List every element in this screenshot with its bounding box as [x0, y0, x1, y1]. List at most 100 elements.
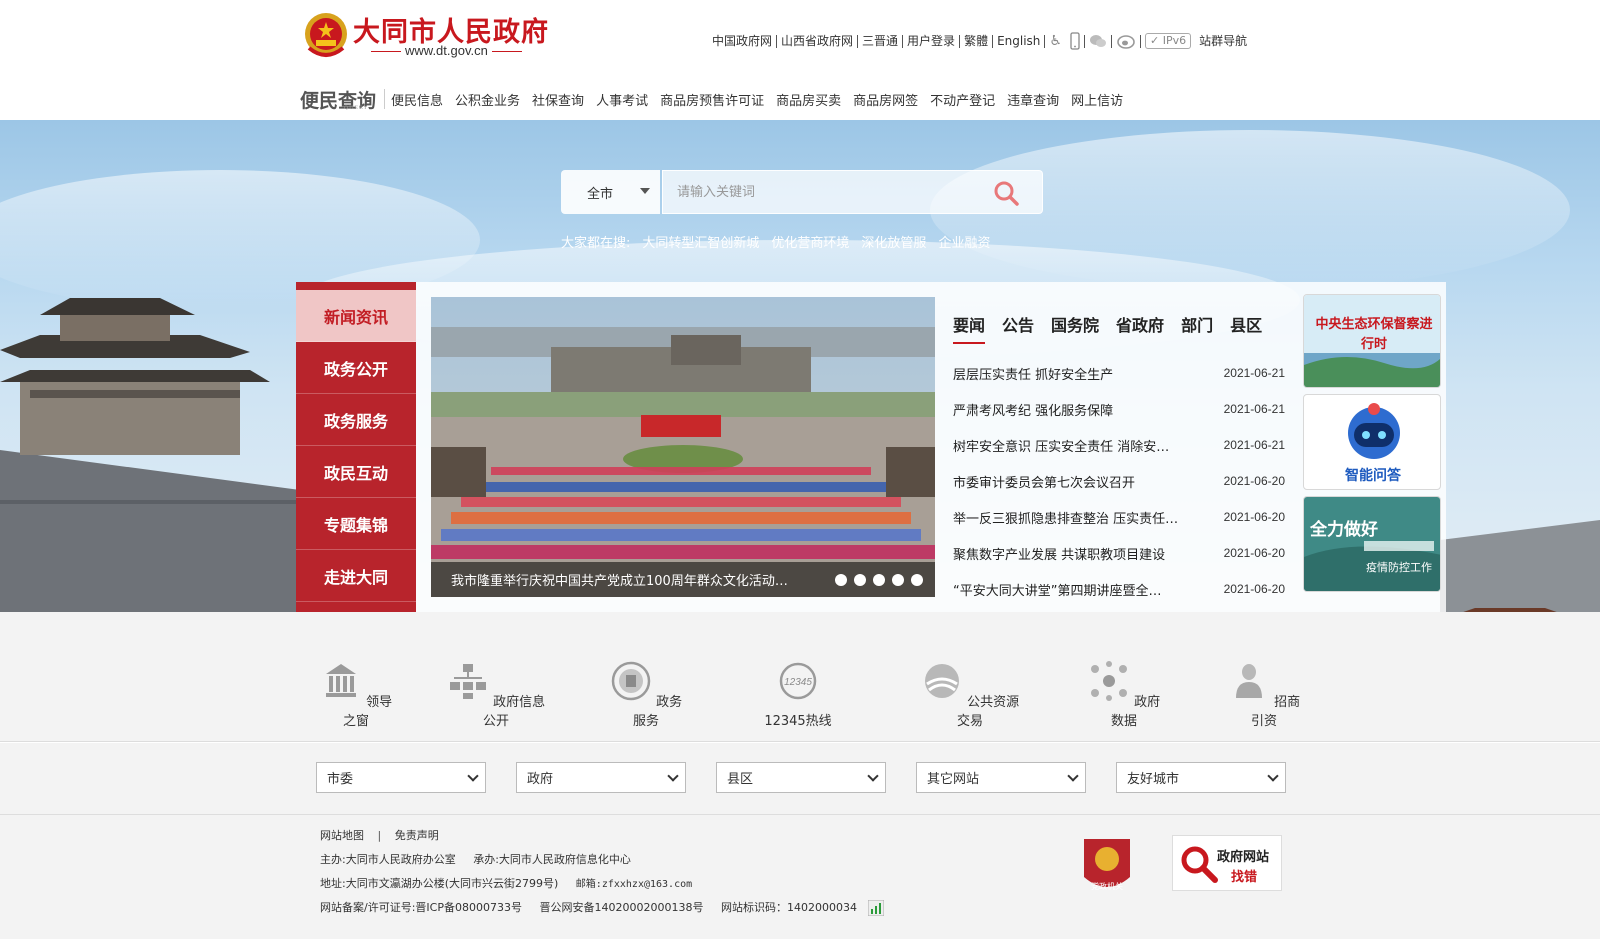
- link-user-login[interactable]: 用户登录: [903, 33, 959, 49]
- icon-link-gov-service[interactable]: 政务服务: [606, 660, 686, 729]
- news-carousel[interactable]: 我市隆重举行庆祝中国共产党成立100周年群众文化活动…: [431, 297, 935, 597]
- icon-link-gov-data[interactable]: 政府数据: [1084, 660, 1164, 729]
- news-item[interactable]: 严肃考风考纪 强化服务保障 2021-06-21: [953, 391, 1285, 427]
- national-emblem-icon[interactable]: [303, 10, 349, 62]
- news-title[interactable]: 市委审计委员会第七次会议召开: [953, 472, 1193, 491]
- icon-link-public-resources[interactable]: 公共资源交易: [918, 660, 1022, 729]
- smart-qa-card[interactable]: 智能问答: [1303, 394, 1441, 490]
- link-traditional-chinese[interactable]: 繁體: [960, 33, 992, 49]
- quick-item-online-sign[interactable]: 商品房网签: [853, 90, 918, 109]
- footer-email: 邮箱:zfxxhzx@163.com: [575, 879, 693, 890]
- site-select-row: 市委 政府 县区 其它网站 友好城市: [0, 743, 1600, 815]
- quick-item-convenience-info[interactable]: 便民信息: [391, 90, 443, 109]
- carousel-dot[interactable]: [892, 574, 904, 586]
- news-item[interactable]: 举一反三狠抓隐患排查整治 压实责任… 2021-06-20: [953, 499, 1285, 535]
- news-title[interactable]: “平安大同大讲堂”第四期讲座暨全…: [953, 580, 1193, 599]
- hot-search-item[interactable]: 企业融资: [938, 232, 990, 251]
- select-municipal-committee[interactable]: 市委: [316, 762, 486, 793]
- top-links-bar: 中国政府网 山西省政府网 三晋通 用户登录 繁體 English ♿ ✓ IPv…: [708, 32, 1251, 50]
- news-item[interactable]: 树牢安全意识 压实安全责任 消除安… 2021-06-21: [953, 427, 1285, 463]
- quick-item-real-estate-reg[interactable]: 不动产登记: [930, 90, 995, 109]
- site-header: 大同市人民政府 www.dt.gov.cn 中国政府网 山西省政府网 三晋通 用…: [0, 0, 1600, 120]
- icon-link-info-disclosure[interactable]: 政府信息公开: [444, 660, 548, 729]
- footer-sitemap-link[interactable]: 网站地图: [320, 829, 364, 842]
- search-icon[interactable]: [993, 180, 1019, 206]
- link-site-nav[interactable]: 站群导航: [1195, 33, 1251, 49]
- news-date: 2021-06-20: [1223, 546, 1285, 560]
- news-title[interactable]: 层层压实责任 抓好安全生产: [953, 364, 1193, 383]
- link-shanxi-gov[interactable]: 山西省政府网: [777, 33, 857, 49]
- mobile-icon[interactable]: [1070, 32, 1080, 50]
- ipv6-badge: ✓ IPv6: [1144, 33, 1192, 49]
- accessibility-icon[interactable]: ♿: [1049, 33, 1062, 49]
- quick-item-house-trade[interactable]: 商品房买卖: [776, 90, 841, 109]
- news-title[interactable]: 聚焦数字产业发展 共谋职教项目建设: [953, 544, 1193, 563]
- select-other-sites[interactable]: 其它网站: [916, 762, 1086, 793]
- news-item[interactable]: 市委审计委员会第七次会议召开 2021-06-20: [953, 463, 1285, 499]
- weibo-icon[interactable]: [1116, 33, 1136, 49]
- chevron-down-icon: [867, 770, 879, 782]
- tab-counties[interactable]: 县区: [1230, 312, 1262, 344]
- nav-topics[interactable]: 专题集锦: [296, 498, 416, 550]
- news-title[interactable]: 严肃考风考纪 强化服务保障: [953, 400, 1193, 419]
- hot-search-item[interactable]: 深化放管服: [861, 232, 926, 251]
- nav-gov-service[interactable]: 政务服务: [296, 394, 416, 446]
- search-input[interactable]: [662, 170, 1043, 214]
- epidemic-card[interactable]: 全力做好 疫情防控工作: [1303, 496, 1441, 592]
- nav-news[interactable]: 新闻资讯: [296, 290, 416, 342]
- divider: [1139, 34, 1141, 48]
- footer-address: 地址:大同市文瀛湖办公楼(大同市兴云街2799号): [320, 877, 559, 890]
- search-box: 全市: [561, 170, 1043, 214]
- icon-link-investment[interactable]: 招商引资: [1224, 660, 1304, 729]
- carousel-dot[interactable]: [835, 574, 847, 586]
- party-org-badge[interactable]: 党政机关: [1080, 835, 1134, 897]
- select-friendly-cities[interactable]: 友好城市: [1116, 762, 1286, 793]
- nav-interaction[interactable]: 政民互动: [296, 446, 416, 498]
- icon-link-12345-hotline[interactable]: 12345 12345热线: [756, 660, 840, 729]
- link-china-gov[interactable]: 中国政府网: [708, 33, 776, 49]
- carousel-dot[interactable]: [854, 574, 866, 586]
- hot-search-item[interactable]: 优化营商环境: [771, 232, 849, 251]
- tab-announcements[interactable]: 公告: [1002, 312, 1034, 344]
- error-report-title: 政府网站: [1217, 850, 1270, 865]
- footer-disclaimer-link[interactable]: 免责声明: [395, 829, 439, 842]
- quick-query-bar: 便民查询 QUERY 便民信息 公积金业务 社保查询 人事考试 商品房预售许可证 …: [300, 82, 1135, 116]
- quick-item-violation-query[interactable]: 违章查询: [1007, 90, 1059, 109]
- quick-item-personnel-exam[interactable]: 人事考试: [596, 90, 648, 109]
- hot-search-item[interactable]: 大同转型汇智创新城: [642, 232, 759, 251]
- icon-link-leaders[interactable]: 领导之窗: [316, 660, 396, 729]
- news-item[interactable]: “平安大同大讲堂”第四期讲座暨全… 2021-06-20: [953, 571, 1285, 607]
- carousel-dot[interactable]: [873, 574, 885, 586]
- cnzz-stats-icon[interactable]: [867, 899, 885, 917]
- tab-departments[interactable]: 部门: [1181, 312, 1213, 344]
- select-government[interactable]: 政府: [516, 762, 686, 793]
- carousel-caption[interactable]: 我市隆重举行庆祝中国共产党成立100周年群众文化活动…: [451, 570, 811, 589]
- news-item[interactable]: 层层压实责任 抓好安全生产 2021-06-21: [953, 355, 1285, 391]
- quick-item-online-petition[interactable]: 网上信访: [1071, 90, 1123, 109]
- quick-item-presale-permit[interactable]: 商品房预售许可证: [660, 90, 764, 109]
- link-english[interactable]: English: [993, 33, 1044, 49]
- select-counties[interactable]: 县区: [716, 762, 886, 793]
- nav-gov-open[interactable]: 政务公开: [296, 342, 416, 394]
- chevron-down-icon: [1067, 770, 1079, 782]
- gov-site-error-report[interactable]: 政府网站 找错: [1172, 835, 1282, 891]
- nav-about-datong[interactable]: 走进大同: [296, 550, 416, 602]
- quick-item-social-security[interactable]: 社保查询: [532, 90, 584, 109]
- epidemic-title: 全力做好: [1310, 520, 1378, 540]
- svg-text:12345: 12345: [784, 677, 812, 688]
- tab-province[interactable]: 省政府: [1116, 312, 1164, 344]
- tab-headlines[interactable]: 要闻: [953, 312, 986, 344]
- eco-inspection-card[interactable]: 中央生态环保督察进行时: [1303, 294, 1441, 388]
- footer-police[interactable]: 晋公网安备14020002000138号: [539, 901, 703, 914]
- footer-icp[interactable]: 网站备案/许可证号:晋ICP备08000733号: [320, 901, 522, 914]
- news-title[interactable]: 举一反三狠抓隐患排查整治 压实责任…: [953, 508, 1193, 527]
- news-title[interactable]: 树牢安全意识 压实安全责任 消除安…: [953, 436, 1193, 455]
- quick-item-housing-fund[interactable]: 公积金业务: [455, 90, 520, 109]
- tab-state-council[interactable]: 国务院: [1051, 312, 1099, 344]
- news-item[interactable]: 聚焦数字产业发展 共谋职教项目建设 2021-06-20: [953, 535, 1285, 571]
- carousel-dot[interactable]: [911, 574, 923, 586]
- icon-links-row: 领导之窗 政府信息公开 政务服务 12345 12345热线 公共资源交易 政府…: [0, 612, 1600, 742]
- link-sanjintong[interactable]: 三晋通: [858, 33, 902, 49]
- scope-select[interactable]: 全市: [561, 170, 660, 214]
- wechat-icon[interactable]: [1089, 34, 1107, 48]
